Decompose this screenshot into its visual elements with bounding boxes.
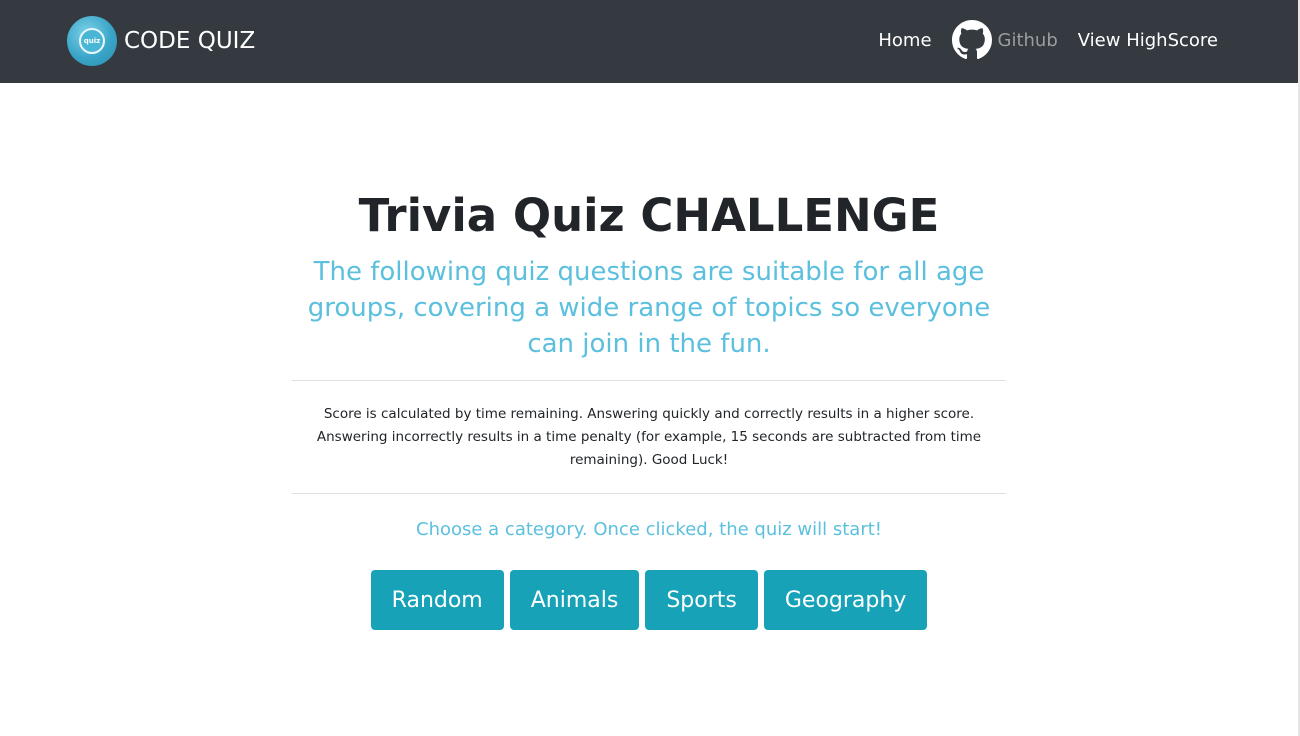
nav-github-link[interactable]: Github — [951, 20, 1058, 60]
category-geography-button[interactable]: Geography — [763, 570, 928, 630]
category-sports-button[interactable]: Sports — [645, 570, 758, 630]
choose-category-text: Choose a category. Once clicked, the qui… — [416, 519, 882, 540]
nav-home-link[interactable]: Home — [878, 30, 931, 51]
brand-name: CODE QUIZ — [124, 28, 256, 54]
lead-text: The following quiz questions are suitabl… — [307, 257, 991, 359]
page-title: Trivia Quiz CHALLENGE — [358, 189, 940, 242]
category-animals-button[interactable]: Animals — [509, 570, 640, 630]
nav-highscore-link[interactable]: View HighScore — [1078, 30, 1218, 51]
category-random-button[interactable]: Random — [370, 570, 504, 630]
github-icon — [951, 20, 992, 60]
brand-link[interactable]: quiz CODE QUIZ — [67, 16, 255, 66]
nav-links: Home Github View HighScore — [878, 20, 1218, 60]
category-buttons: Random Animals Sports Geography — [292, 570, 1006, 630]
main-content: Trivia Quiz CHALLENGE The following quiz… — [292, 186, 1006, 630]
quiz-logo-icon: quiz — [67, 16, 117, 66]
github-label: Github — [997, 29, 1058, 51]
logo-text: quiz — [79, 28, 105, 54]
scoring-description: Score is calculated by time remaining. A… — [316, 406, 982, 468]
divider-bottom — [292, 493, 1006, 494]
navbar: quiz CODE QUIZ Home Github View HighScor… — [0, 0, 1298, 83]
